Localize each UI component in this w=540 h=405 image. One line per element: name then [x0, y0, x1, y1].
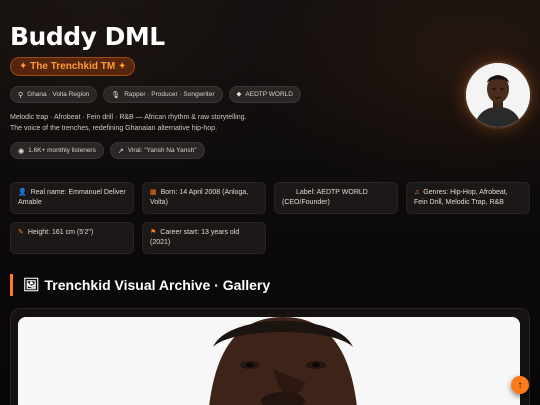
detail-text: Real name: Emmanuel Deliver Amable	[18, 189, 126, 206]
calendar-icon: ▦	[150, 189, 157, 196]
headphones-icon: ◉	[18, 147, 25, 155]
stats-chips: ◉ 1.6K+ monthly listeners ↗ Viral: "Yans…	[10, 142, 530, 159]
detail-text: Height: 161 cm (5'2")	[27, 229, 94, 236]
ruler-icon: ✎	[18, 229, 24, 236]
gallery-photo-portrait	[18, 317, 520, 405]
artist-name: Buddy DML	[10, 22, 165, 51]
listeners-label: 1.6K+ monthly listeners	[28, 147, 96, 154]
detail-card-genres: ♫ Genres: Hip-Hop, Afrobeat, Fein Drill, …	[406, 182, 530, 214]
flag-icon: ⚑	[150, 229, 157, 236]
location-chip: ⚲ Ghana · Volta Region	[10, 86, 98, 103]
artist-bio: Melodic trap · Afrobeat · Fein drill · R…	[10, 114, 247, 132]
detail-card-born: ▦ Born: 14 April 2008 (Anloga, Volta)	[142, 182, 266, 214]
listeners-chip: ◉ 1.6K+ monthly listeners	[10, 142, 104, 159]
detail-text: Genres: Hip-Hop, Afrobeat, Fein Drill, M…	[414, 189, 508, 206]
location-label: Ghana · Volta Region	[27, 91, 90, 98]
tagline-badge: ✦ The Trenchkid TM ✦	[10, 57, 136, 76]
label-chip-text: AEDTP WORLD	[245, 91, 293, 98]
microphone-icon: 🎙	[111, 91, 121, 99]
roles-label: Rapper · Producer · Songwriter	[124, 91, 215, 98]
detail-text: Label: AEDTP WORLD (CEO/Founder)	[282, 189, 368, 206]
detail-card-real-name: 👤 Real name: Emmanuel Deliver Amable	[10, 182, 134, 214]
image-icon: 🖼	[23, 277, 40, 292]
tag-icon: ⬥	[236, 90, 242, 98]
avatar	[466, 63, 530, 127]
trending-icon: ↗	[117, 147, 124, 155]
profile-chips: ⚲ Ghana · Volta Region 🎙 Rapper · Produc…	[10, 86, 530, 103]
label-chip: ⬥ AEDTP WORLD	[228, 86, 301, 103]
gallery-title-text: Trenchkid Visual Archive · Gallery	[44, 277, 271, 293]
details-grid: 👤 Real name: Emmanuel Deliver Amable ▦ Bor…	[10, 182, 530, 254]
viral-label: Viral: "Yansh Na Yansh"	[127, 147, 197, 154]
gallery-photo[interactable]	[18, 317, 520, 405]
music-note-icon: ♫	[414, 189, 420, 196]
arrow-up-icon: ↑	[517, 379, 523, 391]
profile-hero: Buddy DML ✦ The Trenchkid TM ✦ ⚲ Ghana ·…	[10, 22, 530, 159]
viral-chip: ↗ Viral: "Yansh Na Yansh"	[109, 142, 205, 159]
detail-card-height: ✎ Height: 161 cm (5'2")	[10, 222, 134, 254]
user-icon: 👤	[18, 189, 27, 196]
gallery-heading: 🖼 Trenchkid Visual Archive · Gallery	[10, 274, 270, 296]
detail-card-label: Label: AEDTP WORLD (CEO/Founder)	[274, 182, 398, 214]
map-pin-icon: ⚲	[18, 91, 24, 99]
detail-text: Career start: 13 years old (2021)	[150, 229, 240, 246]
scroll-to-top-button[interactable]: ↑	[511, 376, 529, 394]
detail-text: Born: 14 April 2008 (Anloga, Volta)	[150, 189, 249, 206]
detail-card-career: ⚑ Career start: 13 years old (2021)	[142, 222, 266, 254]
roles-chip: 🎙 Rapper · Producer · Songwriter	[103, 86, 223, 103]
avatar-portrait	[466, 63, 530, 127]
